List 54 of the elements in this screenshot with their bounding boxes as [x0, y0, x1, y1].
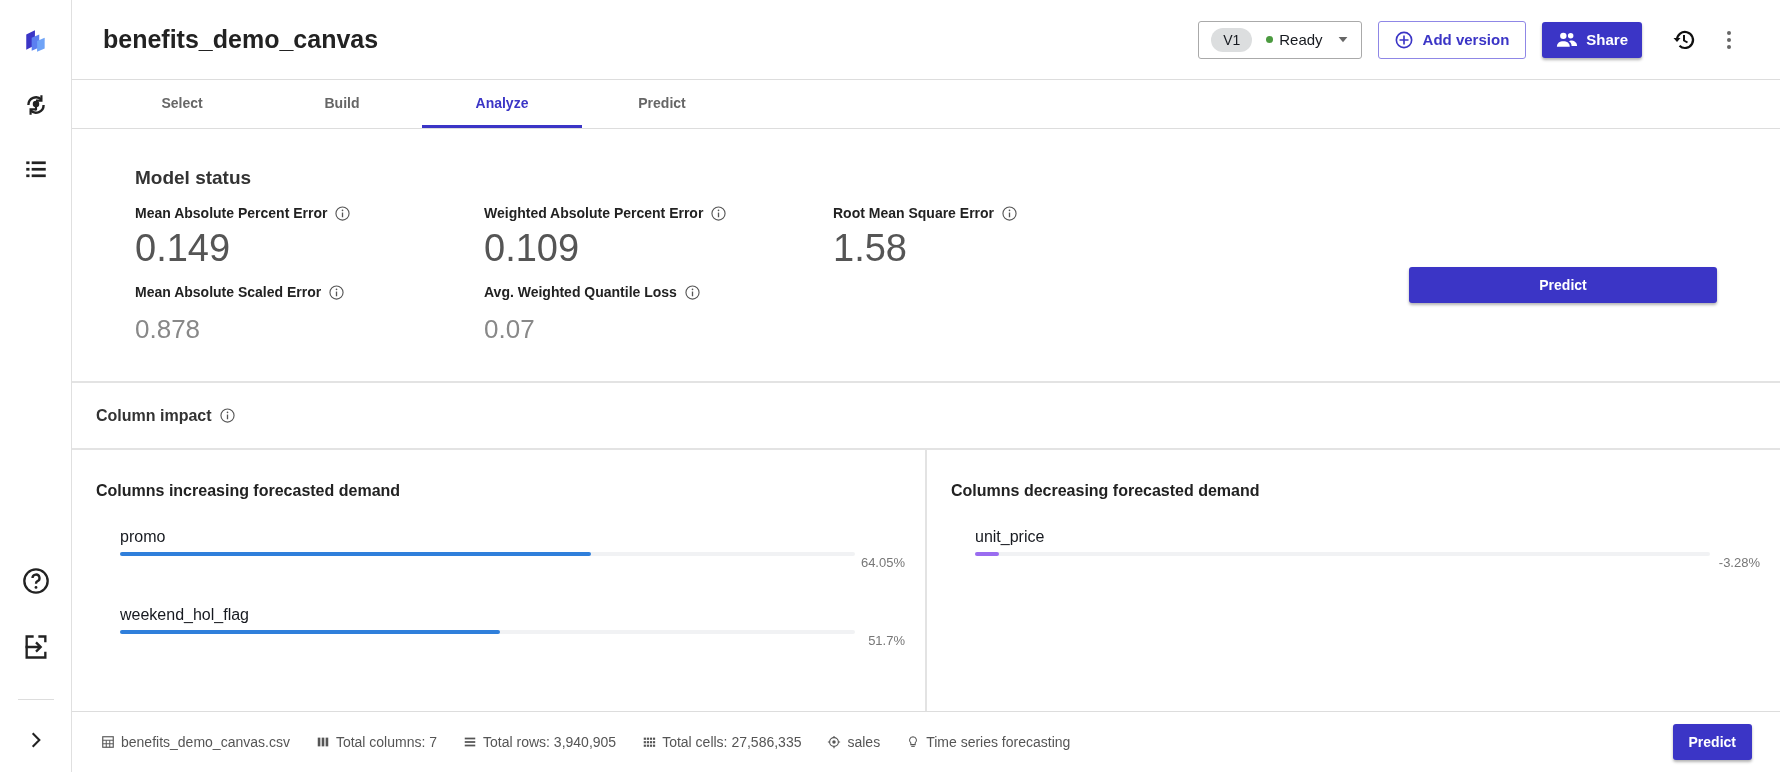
help-icon[interactable] — [21, 567, 50, 595]
section-title: Model status — [135, 167, 253, 189]
impact-percent: 64.05% — [859, 555, 905, 570]
info-icon[interactable] — [711, 205, 727, 221]
impact-percent: -3.28% — [1717, 555, 1760, 570]
people-icon — [1556, 32, 1579, 47]
status-text: sales — [847, 734, 881, 750]
share-button[interactable]: Share — [1542, 21, 1642, 58]
tab[interactable]: Predict — [582, 80, 742, 128]
panel-title: Columns increasing forecasted demand — [96, 482, 402, 500]
status-text: Time series forecasting — [926, 734, 1071, 750]
metric-value: 0.07 — [484, 314, 536, 345]
status-text: Total cells: 27,586,335 — [662, 734, 802, 750]
metric-value: 1.58 — [833, 227, 908, 270]
status-text: benefits_demo_canvas.csv — [121, 734, 290, 750]
columns-icon — [315, 735, 330, 749]
target-icon — [827, 735, 842, 749]
version-status: Ready — [1266, 31, 1323, 48]
metric-label: Weighted Absolute Percent Error — [484, 205, 704, 221]
metric-value: 0.149 — [135, 227, 232, 270]
info-icon[interactable] — [1002, 205, 1018, 221]
column-name: promo — [120, 528, 166, 546]
metric-value: 0.878 — [135, 314, 202, 345]
info-icon[interactable] — [335, 205, 351, 221]
rows-icon — [463, 735, 478, 749]
info-icon[interactable] — [329, 284, 345, 300]
impact-percent: 51.7% — [867, 633, 905, 648]
tab[interactable]: Build — [262, 80, 422, 128]
status-text: Total rows: 3,940,905 — [483, 734, 617, 750]
info-icon[interactable] — [684, 284, 700, 300]
plus-circle-icon — [1394, 30, 1413, 49]
project-title: benefits_demo_canvas — [103, 25, 380, 54]
metric-label: Avg. Weighted Quantile Loss — [484, 284, 677, 300]
table-icon — [101, 735, 115, 749]
version-badge: V1 — [1211, 27, 1253, 52]
version-dropdown[interactable]: V1 Ready — [1198, 20, 1362, 59]
metric-label: Mean Absolute Percent Error — [135, 205, 328, 221]
caret-icon — [1336, 36, 1349, 43]
add-version-button[interactable]: Add version — [1377, 20, 1527, 59]
metric-value: 0.109 — [484, 227, 581, 270]
panel-title: Columns decreasing forecasted demand — [951, 482, 1261, 500]
metric-label: Root Mean Square Error — [833, 205, 995, 221]
more-icon[interactable] — [1726, 29, 1732, 50]
tab[interactable]: Select — [102, 80, 262, 128]
status-text: Total columns: 7 — [335, 734, 438, 750]
grid-icon — [642, 735, 657, 749]
tab[interactable]: Analyze — [422, 80, 582, 128]
column-name: weekend_hol_flag — [120, 606, 249, 624]
info-icon[interactable] — [219, 408, 235, 423]
metric-label: Mean Absolute Scaled Error — [135, 284, 322, 300]
column-name: unit_price — [975, 528, 1045, 546]
section-title: Column impact — [96, 406, 212, 425]
predict-button[interactable]: Predict — [1409, 267, 1717, 303]
predict-button[interactable]: Predict — [1672, 724, 1752, 760]
